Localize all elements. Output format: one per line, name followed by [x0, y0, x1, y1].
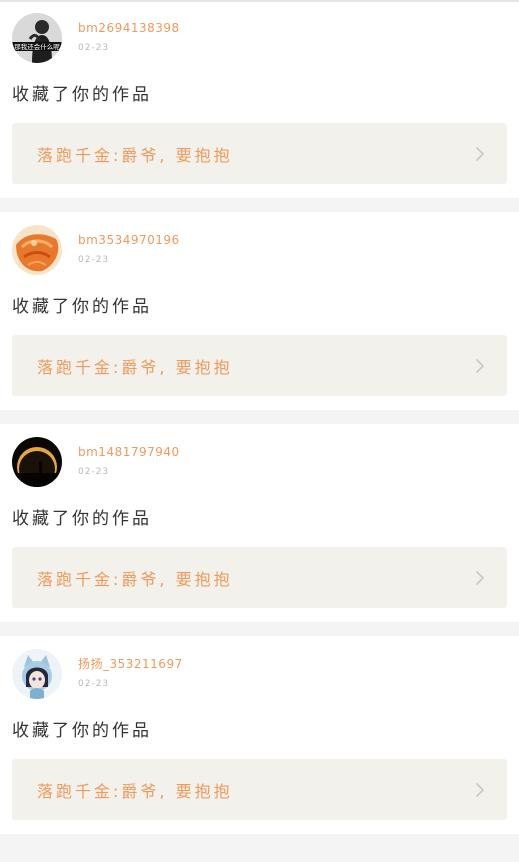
- work-link[interactable]: 落跑千金:爵爷, 要抱抱: [12, 759, 507, 820]
- notification-feed: 那我还会什么呢 bm2694138398 02-23 收藏了你的作品 落跑千金:…: [0, 2, 519, 834]
- user-meta: bm3534970196 02-23: [78, 225, 180, 265]
- username[interactable]: bm1481797940: [78, 445, 180, 459]
- timestamp: 02-23: [78, 467, 110, 477]
- work-link[interactable]: 落跑千金:爵爷, 要抱抱: [12, 547, 507, 608]
- notification-item: 扬扬_353211697 02-23 收藏了你的作品 落跑千金:爵爷, 要抱抱: [0, 636, 519, 834]
- notification-header: 那我还会什么呢 bm2694138398 02-23: [12, 13, 507, 67]
- work-title: 落跑千金:爵爷, 要抱抱: [37, 569, 233, 589]
- username[interactable]: 扬扬_353211697: [78, 657, 183, 671]
- timestamp: 02-23: [78, 43, 110, 53]
- notification-item: bm3534970196 02-23 收藏了你的作品 落跑千金:爵爷, 要抱抱: [0, 212, 519, 410]
- username[interactable]: bm3534970196: [78, 233, 180, 247]
- notification-header: bm1481797940 02-23: [12, 437, 507, 491]
- avatar[interactable]: [12, 437, 62, 487]
- action-text: 收藏了你的作品: [12, 721, 152, 741]
- avatar[interactable]: [12, 225, 62, 275]
- notification-header: 扬扬_353211697 02-23: [12, 649, 507, 703]
- avatar[interactable]: 那我还会什么呢: [12, 13, 62, 63]
- avatar-orange-food-icon: [12, 225, 62, 275]
- work-link[interactable]: 落跑千金:爵爷, 要抱抱: [12, 335, 507, 396]
- action-text: 收藏了你的作品: [12, 85, 152, 105]
- work-title: 落跑千金:爵爷, 要抱抱: [37, 781, 233, 801]
- work-title: 落跑千金:爵爷, 要抱抱: [37, 357, 233, 377]
- timestamp: 02-23: [78, 679, 110, 689]
- chevron-right-icon: [476, 570, 484, 585]
- work-link[interactable]: 落跑千金:爵爷, 要抱抱: [12, 123, 507, 184]
- avatar-anime-cat-girl-icon: [12, 649, 62, 699]
- chevron-right-icon: [476, 782, 484, 797]
- avatar-dark-figure-icon: 那我还会什么呢: [12, 13, 62, 63]
- action-text: 收藏了你的作品: [12, 509, 152, 529]
- avatar-caption: 那我还会什么呢: [14, 42, 60, 51]
- notification-item: bm1481797940 02-23 收藏了你的作品 落跑千金:爵爷, 要抱抱: [0, 424, 519, 622]
- action-text: 收藏了你的作品: [12, 297, 152, 317]
- work-title: 落跑千金:爵爷, 要抱抱: [37, 145, 233, 165]
- user-meta: 扬扬_353211697 02-23: [78, 649, 183, 689]
- username[interactable]: bm2694138398: [78, 21, 180, 35]
- notification-item: 那我还会什么呢 bm2694138398 02-23 收藏了你的作品 落跑千金:…: [0, 2, 519, 198]
- chevron-right-icon: [476, 146, 484, 161]
- chevron-right-icon: [476, 358, 484, 373]
- user-meta: bm2694138398 02-23: [78, 13, 180, 53]
- avatar[interactable]: [12, 649, 62, 699]
- avatar-eclipse-silhouette-icon: [12, 437, 62, 487]
- user-meta: bm1481797940 02-23: [78, 437, 180, 477]
- timestamp: 02-23: [78, 255, 110, 265]
- notification-header: bm3534970196 02-23: [12, 225, 507, 279]
